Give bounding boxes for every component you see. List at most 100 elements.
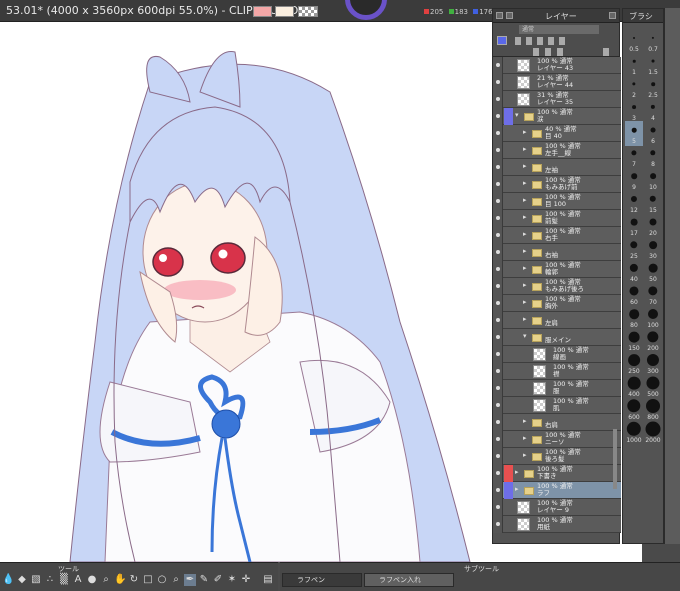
- brush-size-cell[interactable]: 5: [625, 121, 643, 146]
- chevron-right-icon[interactable]: ▸: [523, 179, 527, 187]
- clip-icon[interactable]: [526, 37, 532, 45]
- transparent-color-swatch[interactable]: [298, 6, 318, 17]
- merge-icon[interactable]: [557, 48, 563, 56]
- delete-layer-icon[interactable]: [603, 48, 609, 56]
- visibility-eye-icon[interactable]: [493, 397, 503, 414]
- brush-size-cell[interactable]: 20: [644, 213, 662, 238]
- brush-size-cell[interactable]: 60: [625, 282, 643, 307]
- layer-folder-row[interactable]: ▸ 100 % 通常 もみあげ後ろ: [493, 278, 621, 295]
- visibility-eye-icon[interactable]: [493, 482, 503, 499]
- layer-folder-row[interactable]: ▸ 100 % 通常 ラフ: [493, 482, 621, 499]
- brush-size-cell[interactable]: 0.7: [644, 29, 662, 54]
- layer-row[interactable]: 100 % 通常服: [493, 380, 621, 397]
- brush-size-cell[interactable]: 50: [644, 259, 662, 284]
- rotate-icon[interactable]: ↻: [128, 574, 140, 586]
- brush-size-cell[interactable]: 2: [625, 75, 643, 100]
- blend-icon[interactable]: ∴: [44, 574, 56, 586]
- airbrush-icon[interactable]: ✶: [226, 574, 238, 586]
- fill-icon[interactable]: ◆: [16, 574, 28, 586]
- layer-folder-row[interactable]: ▸ 40 % 通常目 40: [493, 125, 621, 142]
- brush-size-cell[interactable]: 4: [644, 98, 662, 123]
- visibility-eye-icon[interactable]: [493, 329, 503, 346]
- brush-size-cell[interactable]: 200: [644, 328, 662, 353]
- visibility-eye-icon[interactable]: [493, 448, 503, 465]
- visibility-eye-icon[interactable]: [493, 516, 503, 533]
- layer-row[interactable]: 31 % 通常 レイヤー 35: [493, 91, 621, 108]
- brush-size-cell[interactable]: 40: [625, 259, 643, 284]
- brush-size-cell[interactable]: 6: [644, 121, 662, 146]
- layer-folder-row[interactable]: ▾ 100 % 通常涙: [493, 108, 621, 125]
- visibility-eye-icon[interactable]: [493, 74, 503, 91]
- brush-size-cell[interactable]: 9: [625, 167, 643, 192]
- brush-size-cell[interactable]: 150: [625, 328, 643, 353]
- layer-row[interactable]: 100 % 通常 用紙: [493, 516, 621, 533]
- visibility-eye-icon[interactable]: [493, 414, 503, 431]
- panel-close-icon[interactable]: [609, 12, 616, 19]
- pencil-icon[interactable]: ✎: [198, 574, 210, 586]
- visibility-eye-icon[interactable]: [493, 91, 503, 108]
- brush-icon[interactable]: ✐: [212, 574, 224, 586]
- hand-icon[interactable]: ✋: [114, 574, 126, 586]
- chevron-right-icon[interactable]: ▸: [515, 468, 519, 476]
- visibility-eye-icon[interactable]: [493, 278, 503, 295]
- right-dock-scrollbar[interactable]: [664, 8, 680, 544]
- brush-size-cell[interactable]: 300: [644, 351, 662, 376]
- layer-folder-row[interactable]: ▸ 100 % 通常 ニーソ: [493, 431, 621, 448]
- brush-size-cell[interactable]: 0.5: [625, 29, 643, 54]
- visibility-eye-icon[interactable]: [493, 346, 503, 363]
- reference-icon[interactable]: [537, 37, 543, 45]
- brush-size-cell[interactable]: 7: [625, 144, 643, 169]
- brush-size-cell[interactable]: 80: [625, 305, 643, 330]
- blend-mode-select[interactable]: 通常: [519, 25, 599, 34]
- visibility-eye-icon[interactable]: [493, 193, 503, 210]
- eraser-icon[interactable]: ▧: [30, 574, 42, 586]
- main-color-swatch[interactable]: [253, 6, 272, 17]
- layer-row[interactable]: 100 % 通常 線画: [493, 346, 621, 363]
- visibility-eye-icon[interactable]: [493, 499, 503, 516]
- chevron-right-icon[interactable]: ▸: [523, 145, 527, 153]
- layer-folder-row[interactable]: ▸ 100 % 通常 下書き: [493, 465, 621, 482]
- layer-folder-row[interactable]: ▸ 100 % 通常 右手: [493, 227, 621, 244]
- visibility-eye-icon[interactable]: [493, 159, 503, 176]
- chevron-right-icon[interactable]: ▸: [523, 434, 527, 442]
- brush-size-cell[interactable]: 15: [644, 190, 662, 215]
- visibility-eye-icon[interactable]: [493, 295, 503, 312]
- layer-row[interactable]: 100 % 通常 レイヤー 9: [493, 499, 621, 516]
- brush-size-cell[interactable]: 2.5: [644, 75, 662, 100]
- layer-folder-row[interactable]: ▸ 左袖: [493, 159, 621, 176]
- panel-menu-icon[interactable]: ▤: [262, 574, 274, 586]
- chevron-right-icon[interactable]: ▸: [523, 417, 527, 425]
- chevron-down-icon[interactable]: ▾: [515, 111, 519, 119]
- panel-menu-icon[interactable]: [496, 12, 503, 19]
- layer-row[interactable]: 21 % 通常 レイヤー 44: [493, 74, 621, 91]
- layer-folder-row[interactable]: ▸ 100 % 通常 前髪: [493, 210, 621, 227]
- layer-folder-row[interactable]: ▾ 服メイン: [493, 329, 621, 346]
- chevron-right-icon[interactable]: ▸: [523, 315, 527, 323]
- visibility-eye-icon[interactable]: [493, 176, 503, 193]
- layer-folder-row[interactable]: ▸ 100 % 通常 輪郭: [493, 261, 621, 278]
- chevron-right-icon[interactable]: ▸: [523, 213, 527, 221]
- visibility-eye-icon[interactable]: [493, 125, 503, 142]
- lasso-icon[interactable]: ○: [156, 574, 168, 586]
- visibility-eye-icon[interactable]: [493, 431, 503, 448]
- layer-row[interactable]: 100 % 通常襟: [493, 363, 621, 380]
- drawing-canvas[interactable]: [0, 22, 492, 562]
- draft-icon[interactable]: [548, 37, 554, 45]
- chevron-right-icon[interactable]: ▸: [523, 451, 527, 459]
- brush-size-cell[interactable]: 2000: [644, 420, 662, 445]
- layer-folder-row[interactable]: ▸ 右肩: [493, 414, 621, 431]
- brush-size-cell[interactable]: 3: [625, 98, 643, 123]
- layer-folder-row[interactable]: ▸ 100 % 通常目 100: [493, 193, 621, 210]
- layer-folder-row[interactable]: ▸ 100 % 通常 もみあげ前: [493, 176, 621, 193]
- pattern-icon[interactable]: ▒: [58, 574, 70, 586]
- chevron-right-icon[interactable]: ▸: [523, 247, 527, 255]
- brush-size-cell[interactable]: 500: [644, 374, 662, 399]
- zoom-icon[interactable]: ⌕: [100, 574, 112, 586]
- chevron-right-icon[interactable]: ▸: [523, 196, 527, 204]
- visibility-eye-icon[interactable]: [493, 312, 503, 329]
- magnifier-icon[interactable]: ⌕: [170, 574, 182, 586]
- chevron-right-icon[interactable]: ▸: [523, 162, 527, 170]
- balloon-icon[interactable]: ●: [86, 574, 98, 586]
- brush-size-cell[interactable]: 70: [644, 282, 662, 307]
- visibility-eye-icon[interactable]: [493, 380, 503, 397]
